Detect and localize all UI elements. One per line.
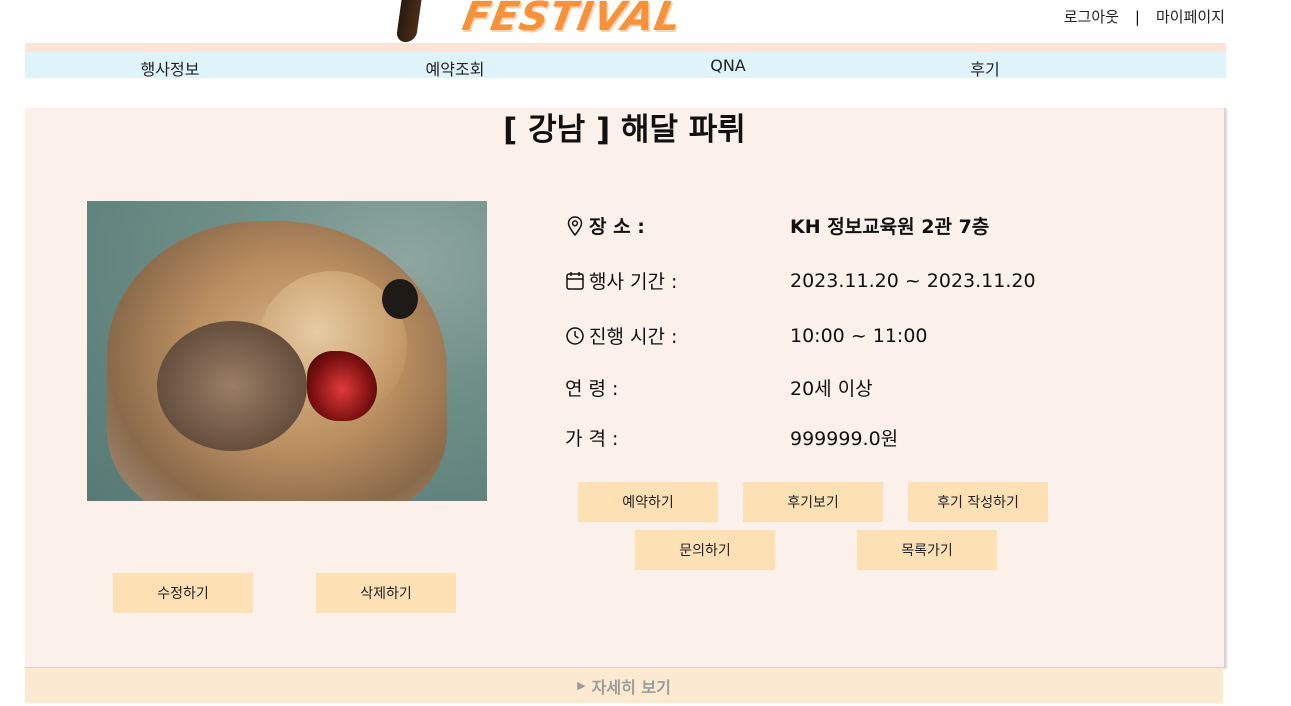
logo-text: FESTIVAL bbox=[458, 0, 686, 40]
logout-link[interactable]: 로그아웃 bbox=[1064, 6, 1119, 27]
period-label: 행사 기간 : bbox=[589, 271, 678, 293]
edit-button[interactable]: 수정하기 bbox=[113, 573, 253, 613]
nav-item-event-info[interactable]: 행사정보 bbox=[141, 56, 200, 80]
period-value: 2023.11.20 ~ 2023.11.20 bbox=[790, 269, 1036, 292]
details-toggle[interactable]: ▶ 자세히 보기 bbox=[25, 668, 1223, 703]
time-label: 진행 시간 : bbox=[589, 326, 678, 348]
header-divider bbox=[25, 43, 1226, 52]
reserve-button[interactable]: 예약하기 bbox=[578, 482, 718, 522]
event-detail-page: FESTIVAL 로그아웃 | 마이페이지 행사정보 예약조회 QNA 후기 [… bbox=[0, 0, 1291, 706]
delete-button[interactable]: 삭제하기 bbox=[316, 573, 456, 613]
clock-icon bbox=[566, 326, 584, 345]
place-value: KH 정보교육원 2관 7층 bbox=[790, 216, 990, 238]
details-toggle-label: 자세히 보기 bbox=[591, 677, 671, 697]
age-value: 20세 이상 bbox=[790, 378, 873, 400]
otter-nose-shape bbox=[382, 279, 418, 319]
period-label-group: 행사 기간 : bbox=[565, 267, 677, 294]
top-links: 로그아웃 | 마이페이지 bbox=[1064, 6, 1225, 27]
place-label: 장 소 : bbox=[589, 216, 645, 238]
place-label-group: 장 소 : bbox=[565, 212, 645, 239]
price-label: 가 격 : bbox=[565, 428, 619, 450]
age-row: 연 령 : 20세 이상 bbox=[565, 374, 873, 401]
nav-item-reviews[interactable]: 후기 bbox=[970, 56, 999, 80]
event-detail-panel: [ 강남 ] 해달 파뤼 장 소 : KH 정보교육원 2관 7층 행사 기간 … bbox=[25, 108, 1226, 668]
map-pin-icon bbox=[567, 215, 583, 236]
age-label: 연 령 : bbox=[565, 378, 619, 400]
place-row: 장 소 : KH 정보교육원 2관 7층 bbox=[565, 212, 989, 239]
nav-item-qna[interactable]: QNA bbox=[710, 56, 746, 75]
calendar-icon bbox=[566, 271, 584, 290]
time-row: 진행 시간 : 10:00 ~ 11:00 bbox=[565, 322, 928, 349]
price-value: 999999.0원 bbox=[790, 428, 899, 450]
time-value: 10:00 ~ 11:00 bbox=[790, 324, 928, 347]
otter-paw-shape bbox=[157, 321, 307, 451]
festival-logo[interactable]: FESTIVAL bbox=[395, 0, 685, 44]
logo-pole-graphic bbox=[395, 0, 423, 42]
nav-item-reservation-check[interactable]: 예약조회 bbox=[426, 56, 485, 80]
back-to-list-button[interactable]: 목록가기 bbox=[857, 530, 997, 570]
write-review-button[interactable]: 후기 작성하기 bbox=[908, 482, 1048, 522]
price-row: 가 격 : 999999.0원 bbox=[565, 424, 898, 451]
inquiry-button[interactable]: 문의하기 bbox=[635, 530, 775, 570]
triangle-right-icon: ▶ bbox=[577, 679, 586, 692]
period-row: 행사 기간 : 2023.11.20 ~ 2023.11.20 bbox=[565, 267, 1036, 294]
main-nav: 행사정보 예약조회 QNA 후기 bbox=[25, 52, 1226, 80]
event-title: [ 강남 ] 해달 파뤼 bbox=[503, 112, 746, 148]
link-separator: | bbox=[1134, 7, 1140, 26]
event-image bbox=[87, 201, 487, 501]
mypage-link[interactable]: 마이페이지 bbox=[1156, 6, 1225, 27]
time-label-group: 진행 시간 : bbox=[565, 322, 677, 349]
view-reviews-button[interactable]: 후기보기 bbox=[743, 482, 883, 522]
